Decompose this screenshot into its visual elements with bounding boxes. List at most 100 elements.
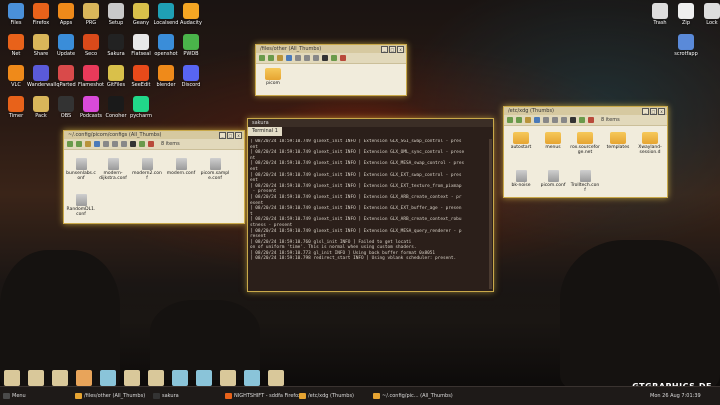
- desktop-shortcut[interactable]: Trash: [646, 3, 674, 26]
- desktop-shortcut[interactable]: Firefox: [27, 3, 55, 26]
- terminal-scrollbar[interactable]: [489, 139, 492, 289]
- file-item[interactable]: modern2.conf: [132, 158, 162, 181]
- help-icon[interactable]: [148, 141, 154, 147]
- file-item[interactable]: modern-dijkstra.conf: [98, 158, 128, 181]
- desktop-shortcut[interactable]: openshot: [152, 34, 180, 57]
- close-button[interactable]: x: [397, 46, 404, 53]
- desktop-shortcut[interactable]: Geany: [127, 3, 155, 26]
- desktop-shortcut[interactable]: Flatseal: [127, 34, 155, 57]
- file-item[interactable]: RandomDL1.conf: [66, 194, 96, 217]
- desktop-shortcut[interactable]: qParted: [52, 65, 80, 88]
- folder-item[interactable]: menus: [538, 132, 568, 150]
- minimize-button[interactable]: _: [642, 108, 649, 115]
- window-etc-xdg[interactable]: /etc/xdg (Thumbs) _ □ x 8 items autostart …: [503, 106, 668, 198]
- eye-icon[interactable]: [570, 117, 576, 123]
- up-icon[interactable]: [259, 55, 265, 61]
- desktop-shortcut[interactable]: Conoher: [102, 96, 130, 119]
- desktop-shortcut[interactable]: Timer: [2, 96, 30, 119]
- eye-icon[interactable]: [322, 55, 328, 61]
- desktop-shortcut[interactable]: PWDB: [177, 34, 205, 57]
- zoom-in-icon[interactable]: [295, 55, 301, 61]
- zoom-out-icon[interactable]: [304, 55, 310, 61]
- minimize-button[interactable]: _: [381, 46, 388, 53]
- refresh-icon[interactable]: [534, 117, 540, 123]
- window-files-other[interactable]: /files/other (All_Thumbs) _ □ x picom: [255, 44, 407, 96]
- taskbar-item[interactable]: /files/other (All_Thumbs): [74, 391, 145, 401]
- window-picom-configs[interactable]: ~/.config/picom/configs (All_Thumbs) _ □ x…: [63, 130, 245, 224]
- maximize-button[interactable]: □: [650, 108, 657, 115]
- minimize-button[interactable]: _: [219, 132, 226, 139]
- desktop-shortcut[interactable]: OBS: [52, 96, 80, 119]
- zoom-in-icon[interactable]: [543, 117, 549, 123]
- settings-icon[interactable]: [139, 141, 145, 147]
- taskbar-item[interactable]: ~/.config/pic... (All_Thumbs): [372, 391, 453, 401]
- window-titlebar[interactable]: ~/.config/picom/configs (All_Thumbs) _ □ x: [64, 131, 244, 139]
- back-icon[interactable]: [76, 141, 82, 147]
- close-button[interactable]: x: [658, 108, 665, 115]
- settings-icon[interactable]: [331, 55, 337, 61]
- taskbar-item[interactable]: sakura: [152, 391, 179, 401]
- desktop-shortcut[interactable]: Lock: [698, 3, 720, 26]
- home-icon[interactable]: [85, 141, 91, 147]
- zoom-out-icon[interactable]: [552, 117, 558, 123]
- file-item[interactable]: bk-noise: [506, 170, 536, 188]
- dock-folder-icon[interactable]: [28, 370, 44, 386]
- dock-folder-icon[interactable]: [172, 370, 188, 386]
- terminal-output[interactable]: [ 08/20/24 18:59:10.749 glxext_init INFO…: [250, 139, 487, 289]
- close-button[interactable]: x: [235, 132, 242, 139]
- dock-folder-icon[interactable]: [196, 370, 212, 386]
- view-icon[interactable]: [121, 141, 127, 147]
- terminal-tab[interactable]: Terminal 1: [248, 127, 282, 136]
- desktop-shortcut[interactable]: Share: [27, 34, 55, 57]
- up-icon[interactable]: [507, 117, 513, 123]
- file-item[interactable]: Trolltech.conf: [570, 170, 600, 193]
- taskbar-item[interactable]: /etc/xdg (Thumbs): [298, 391, 354, 401]
- zoom-out-icon[interactable]: [112, 141, 118, 147]
- desktop-shortcut[interactable]: Setup: [102, 3, 130, 26]
- desktop-shortcut[interactable]: Audacity: [177, 3, 205, 26]
- desktop-shortcut[interactable]: blender: [152, 65, 180, 88]
- window-titlebar[interactable]: /files/other (All_Thumbs) _ □ x: [256, 45, 406, 53]
- home-icon[interactable]: [525, 117, 531, 123]
- dock-folder-icon[interactable]: [244, 370, 260, 386]
- desktop-shortcut[interactable]: Wanderwall: [27, 65, 56, 88]
- refresh-icon[interactable]: [286, 55, 292, 61]
- desktop-shortcut[interactable]: Update: [52, 34, 80, 57]
- desktop-shortcut[interactable]: Zip: [672, 3, 700, 26]
- desktop-shortcut[interactable]: PRG: [77, 3, 105, 26]
- view-icon[interactable]: [561, 117, 567, 123]
- zoom-in-icon[interactable]: [103, 141, 109, 147]
- desktop-shortcut[interactable]: Flameshot: [77, 65, 105, 88]
- dock-folder-icon[interactable]: [148, 370, 164, 386]
- dock-folder-icon[interactable]: [268, 370, 284, 386]
- folder-item[interactable]: Xwayland-session.d: [635, 132, 665, 155]
- refresh-icon[interactable]: [94, 141, 100, 147]
- dock-folder-icon[interactable]: [76, 370, 92, 386]
- dock-folder-icon[interactable]: [220, 370, 236, 386]
- help-icon[interactable]: [340, 55, 346, 61]
- desktop-shortcut[interactable]: Pack: [27, 96, 55, 119]
- menu-button[interactable]: Menu: [2, 391, 26, 401]
- desktop-shortcut[interactable]: Seco: [77, 34, 105, 57]
- terminal-titlebar[interactable]: sakura: [248, 119, 493, 127]
- desktop-shortcut[interactable]: Apps: [52, 3, 80, 26]
- maximize-button[interactable]: □: [227, 132, 234, 139]
- eye-icon[interactable]: [130, 141, 136, 147]
- up-icon[interactable]: [67, 141, 73, 147]
- dock-folder-icon[interactable]: [52, 370, 68, 386]
- help-icon[interactable]: [588, 117, 594, 123]
- file-item[interactable]: modern.conf: [166, 158, 196, 176]
- desktop-shortcut[interactable]: Localsend: [152, 3, 180, 26]
- folder-item[interactable]: picom: [258, 68, 288, 86]
- folder-item[interactable]: templates: [603, 132, 633, 150]
- desktop-shortcut[interactable]: Sakura: [102, 34, 130, 57]
- desktop-shortcut[interactable]: scrotfapp: [672, 34, 700, 57]
- desktop-shortcut[interactable]: GitFiles: [102, 65, 130, 88]
- folder-item[interactable]: autostart: [506, 132, 536, 150]
- file-item[interactable]: picom.conf: [538, 170, 568, 188]
- file-item[interactable]: picom.sample.conf: [200, 158, 230, 181]
- folder-item[interactable]: rox.sourceforge.net: [570, 132, 600, 155]
- desktop-shortcut[interactable]: VLC: [2, 65, 30, 88]
- desktop-shortcut[interactable]: Net: [2, 34, 30, 57]
- dock-folder-icon[interactable]: [100, 370, 116, 386]
